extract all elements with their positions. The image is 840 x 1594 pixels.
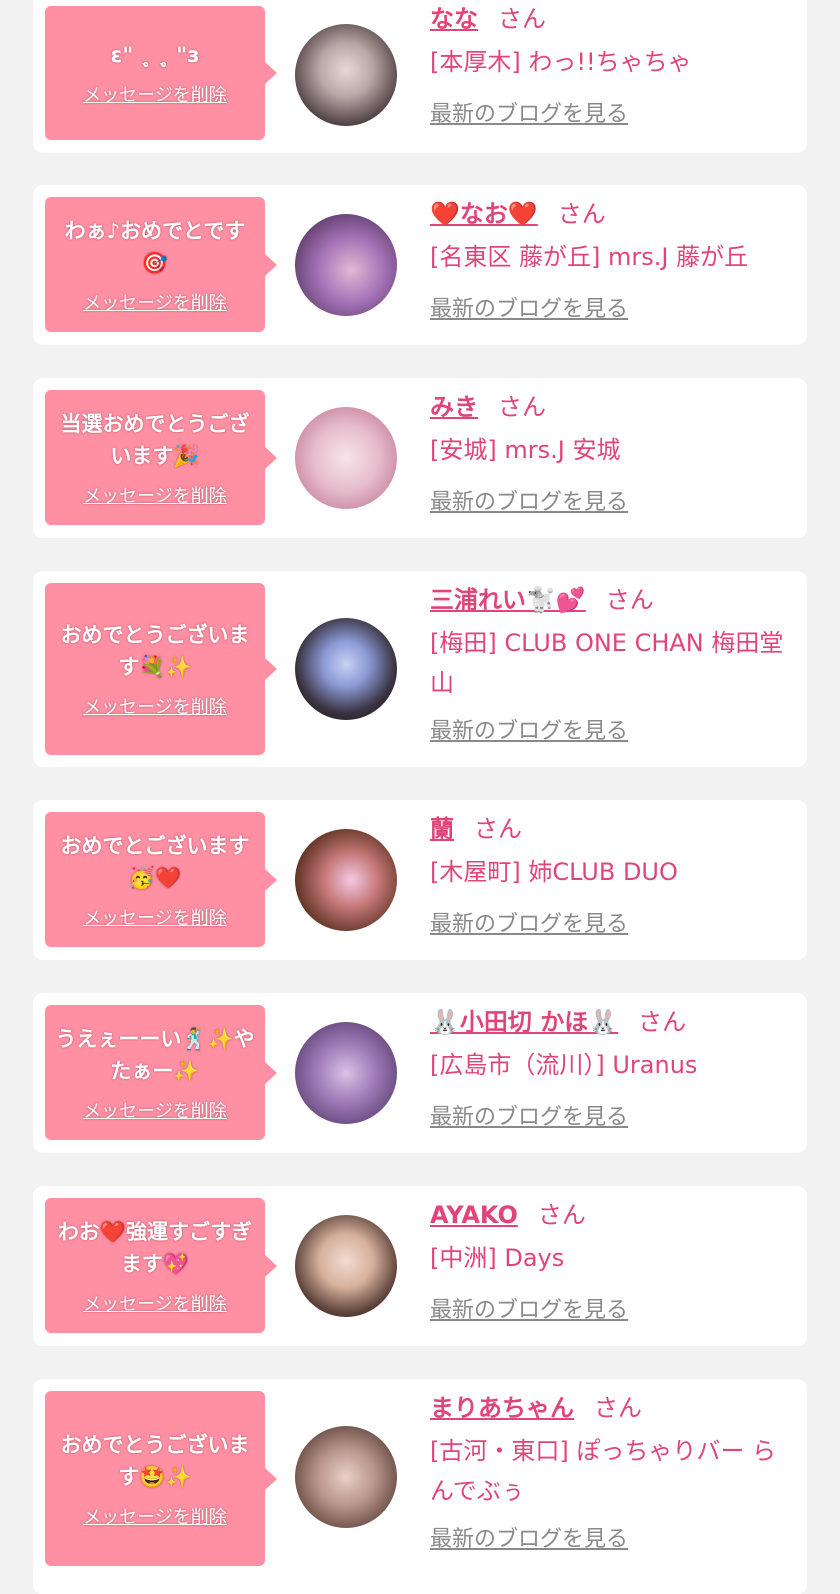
latest-blog-link[interactable]: 最新のブログを見る xyxy=(430,96,628,128)
message-text: ε" ˎ̥ ˎ̥ "з xyxy=(110,43,200,67)
honorific: さん xyxy=(498,393,546,421)
delete-message-link[interactable]: メッセージを削除 xyxy=(83,1503,227,1529)
latest-blog-link[interactable]: 最新のブログを見る xyxy=(430,1292,628,1324)
message-bubble: うえぇーーい🕺✨やたぁー✨ メッセージを削除 xyxy=(45,1005,277,1140)
avatar[interactable] xyxy=(295,214,397,316)
cast-name-link[interactable]: まりあちゃん xyxy=(430,1394,574,1422)
message-text: おめでとございます🥳❤️ xyxy=(60,833,250,890)
avatar[interactable] xyxy=(295,24,397,126)
latest-blog-link[interactable]: 最新のブログを見る xyxy=(430,1521,628,1553)
cast-name-link[interactable]: 三浦れい🐩💕 xyxy=(430,586,586,614)
honorific: さん xyxy=(498,5,546,33)
cast-name-link[interactable]: みき xyxy=(430,393,478,421)
honorific: さん xyxy=(605,586,654,614)
list-item: わぁ♪おめでとです🎯 メッセージを削除 ❤️なお❤️ さん [名東区 藤が丘] m… xyxy=(33,185,807,345)
cast-name-link[interactable]: ❤️なお❤️ xyxy=(430,200,538,228)
cast-name-link[interactable]: 蘭 xyxy=(430,815,454,843)
delete-message-link[interactable]: メッセージを削除 xyxy=(83,482,227,508)
avatar[interactable] xyxy=(295,1215,397,1317)
message-bubble: ε" ˎ̥ ˎ̥ "з メッセージを削除 xyxy=(45,6,277,140)
delete-message-link[interactable]: メッセージを削除 xyxy=(83,289,227,315)
latest-blog-link[interactable]: 最新のブログを見る xyxy=(430,1099,628,1131)
shop-label: [名東区 藤が丘] mrs.J 藤が丘 xyxy=(430,243,749,271)
message-bubble: 当選おめでとうございます🎉 メッセージを削除 xyxy=(45,390,277,525)
message-text: おめでとうございます💐✨ xyxy=(60,623,250,679)
shop-label: [広島市（流川）] Uranus xyxy=(430,1051,698,1079)
latest-blog-link[interactable]: 最新のブログを見る xyxy=(430,291,628,323)
shop-label: [本厚木] わっ!!ちゃちゃ xyxy=(430,48,692,76)
avatar[interactable] xyxy=(295,1426,397,1528)
message-list: ε" ˎ̥ ˎ̥ "з メッセージを削除 なな さん [本厚木] わっ!!ちゃちゃ… xyxy=(0,0,840,1594)
message-text: わお❤️強運すごすぎます💖 xyxy=(57,1219,253,1276)
avatar[interactable] xyxy=(295,618,397,720)
delete-message-link[interactable]: メッセージを削除 xyxy=(83,1290,227,1316)
delete-message-link[interactable]: メッセージを削除 xyxy=(83,693,227,719)
latest-blog-link[interactable]: 最新のブログを見る xyxy=(430,906,628,938)
list-item: おめでとうございます🤩✨ メッセージを削除 まりあちゃん さん [古河・東口] ぽ… xyxy=(33,1379,807,1594)
cast-name-link[interactable]: なな xyxy=(430,5,478,33)
shop-label: [安城] mrs.J 安城 xyxy=(430,436,621,464)
list-item: 当選おめでとうございます🎉 メッセージを削除 みき さん [安城] mrs.J 安… xyxy=(33,378,807,538)
message-bubble: おめでとうございます💐✨ メッセージを削除 xyxy=(45,583,277,755)
cast-name-link[interactable]: 🐰小田切 かほ🐰 xyxy=(430,1008,618,1036)
shop-label: [梅田] CLUB ONE CHAN 梅田堂山 xyxy=(430,629,784,697)
message-text: 当選おめでとうございます🎉 xyxy=(60,411,250,468)
delete-message-link[interactable]: メッセージを削除 xyxy=(83,81,227,107)
message-text: わぁ♪おめでとです🎯 xyxy=(64,218,246,275)
message-text: うえぇーーい🕺✨やたぁー✨ xyxy=(55,1026,255,1083)
message-bubble: わお❤️強運すごすぎます💖 メッセージを削除 xyxy=(45,1198,277,1333)
delete-message-link[interactable]: メッセージを削除 xyxy=(83,1097,227,1123)
shop-label: [中洲] Days xyxy=(430,1244,565,1272)
avatar[interactable] xyxy=(295,1022,397,1124)
latest-blog-link[interactable]: 最新のブログを見る xyxy=(430,713,628,745)
honorific: さん xyxy=(638,1008,687,1036)
list-item: うえぇーーい🕺✨やたぁー✨ メッセージを削除 🐰小田切 かほ🐰 さん [広島市（流… xyxy=(33,993,807,1153)
honorific: さん xyxy=(474,815,522,843)
message-text: おめでとうございます🤩✨ xyxy=(60,1432,250,1489)
list-item: わお❤️強運すごすぎます💖 メッセージを削除 AYAKO さん [中洲] Days… xyxy=(33,1186,807,1346)
message-bubble: おめでとございます🥳❤️ メッセージを削除 xyxy=(45,812,277,947)
message-bubble: おめでとうございます🤩✨ メッセージを削除 xyxy=(45,1391,277,1566)
avatar[interactable] xyxy=(295,829,397,931)
latest-blog-link[interactable]: 最新のブログを見る xyxy=(430,484,628,516)
list-item: おめでとございます🥳❤️ メッセージを削除 蘭さん [木屋町] 姉CLUB DU… xyxy=(33,800,807,960)
honorific: さん xyxy=(537,1201,586,1229)
list-item: おめでとうございます💐✨ メッセージを削除 三浦れい🐩💕 さん [梅田] CLUB… xyxy=(33,571,807,767)
cast-name-link[interactable]: AYAKO xyxy=(430,1201,518,1229)
delete-message-link[interactable]: メッセージを削除 xyxy=(83,904,227,930)
avatar[interactable] xyxy=(295,407,397,509)
shop-label: [古河・東口] ぽっちゃりバー らんでぶぅ xyxy=(430,1437,776,1505)
list-item: ε" ˎ̥ ˎ̥ "з メッセージを削除 なな さん [本厚木] わっ!!ちゃちゃ… xyxy=(33,0,807,153)
honorific: さん xyxy=(557,200,606,228)
shop-label: [木屋町] 姉CLUB DUO xyxy=(430,858,678,886)
honorific: さん xyxy=(594,1394,642,1422)
message-bubble: わぁ♪おめでとです🎯 メッセージを削除 xyxy=(45,197,277,332)
